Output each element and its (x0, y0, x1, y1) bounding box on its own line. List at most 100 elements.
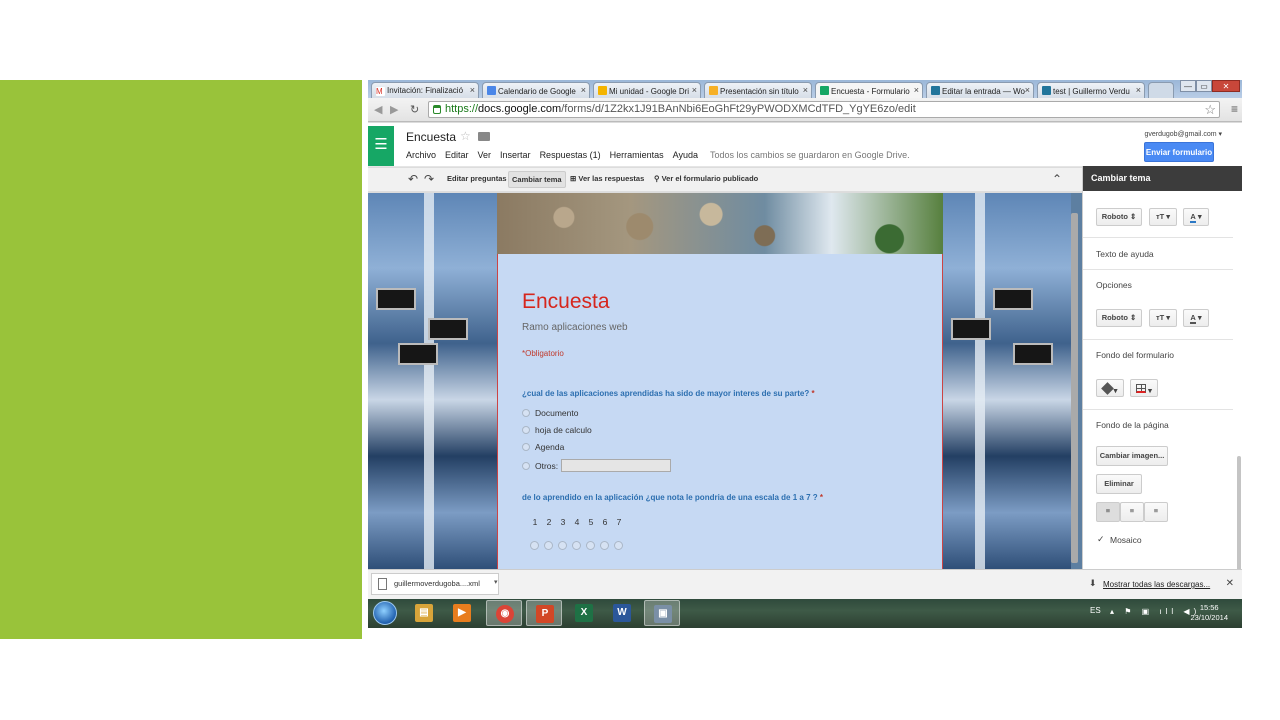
scale-radio-5[interactable] (586, 541, 595, 550)
option-otros[interactable]: Otros: (522, 459, 672, 472)
taskbar-media-player[interactable]: ▶ (444, 600, 480, 626)
taskbar-excel[interactable]: X (566, 600, 602, 626)
document-title[interactable]: Encuesta (406, 130, 456, 144)
menu-archivo[interactable]: Archivo (406, 150, 436, 160)
option-hoja-de-calculo[interactable]: hoja de calculo (522, 425, 592, 435)
close-tab-icon[interactable]: × (692, 85, 697, 95)
download-item[interactable]: guillermoverdugoba....xml (371, 573, 499, 595)
download-menu-chevron-icon[interactable]: ▾ (494, 578, 498, 586)
tab-label: Invitación: Finalizació (387, 86, 464, 95)
menu-ayuda[interactable]: Ayuda (673, 150, 698, 160)
chrome-menu-icon[interactable]: ≡ (1231, 102, 1238, 116)
clock[interactable]: 15:56 23/10/2014 (1190, 603, 1228, 623)
send-form-button[interactable]: Enviar formulario (1144, 142, 1214, 162)
canvas-scrollbar[interactable] (1071, 213, 1078, 563)
align-right-button[interactable]: ≡ (1144, 502, 1168, 522)
view-responses-button[interactable]: ⊞ Ver las respuestas (570, 174, 644, 183)
checkmark-icon[interactable]: ✓ (1097, 534, 1105, 545)
address-bar[interactable]: https://docs.google.com/forms/d/1Z2kx1J9… (428, 101, 1220, 118)
tab-drive[interactable]: Mi unidad - Google Dri × (593, 82, 701, 98)
close-window-button[interactable]: ✕ (1212, 80, 1240, 92)
option-agenda[interactable]: Agenda (522, 442, 564, 452)
taskbar-chrome[interactable]: ◉ (486, 600, 522, 626)
fill-color-button[interactable]: ▾ (1096, 379, 1124, 397)
redo-icon[interactable]: ↷ (424, 172, 434, 186)
menu-herramientas[interactable]: Herramientas (610, 150, 664, 160)
tab-wordpress-edit[interactable]: Editar la entrada — Wo × (926, 82, 1034, 98)
maximize-button[interactable]: ▭ (1196, 80, 1212, 92)
divider (1083, 237, 1233, 238)
menu-ver[interactable]: Ver (478, 150, 492, 160)
view-published-button[interactable]: ⚲ Ver el formulario publicado (654, 174, 758, 183)
collapse-icon[interactable]: ⌃ (1052, 172, 1062, 186)
tray-icons[interactable]: ▴ ⚑ ▣ ıll ◀) (1110, 607, 1200, 616)
reload-icon[interactable]: ↻ (410, 103, 419, 116)
start-button[interactable] (373, 601, 397, 625)
change-image-button[interactable]: Cambiar imagen... (1096, 446, 1168, 466)
paint-bucket-icon (1100, 382, 1114, 395)
options-font-size-button[interactable]: тT ▾ (1149, 309, 1177, 327)
radio-button[interactable] (522, 409, 530, 417)
align-center-button[interactable]: ≡ (1120, 502, 1144, 522)
tile-label[interactable]: Mosaico (1110, 535, 1142, 545)
close-download-bar-icon[interactable]: ✕ (1226, 578, 1234, 589)
close-tab-icon[interactable]: × (581, 85, 586, 95)
forms-logo-icon[interactable]: ☰ (368, 126, 394, 166)
magnifier-icon: ⚲ (654, 174, 662, 183)
tab-wordpress-test[interactable]: test | Guillermo Verdu × (1037, 82, 1145, 98)
tab-forms-active[interactable]: Encuesta - Formulario × (815, 82, 923, 98)
radio-button[interactable] (522, 426, 530, 434)
title-font-color-button[interactable]: A ▾ (1183, 208, 1209, 226)
form-header-image (497, 193, 943, 254)
close-tab-icon[interactable]: × (803, 85, 808, 95)
options-font-color-button[interactable]: A ▾ (1183, 309, 1209, 327)
scale-radio-1[interactable] (530, 541, 539, 550)
taskbar-remote-desktop[interactable]: ▣ (644, 600, 680, 626)
minimize-button[interactable]: — (1180, 80, 1196, 92)
close-tab-icon[interactable]: × (470, 85, 475, 95)
options-font-select[interactable]: Roboto ⇕ (1096, 309, 1142, 327)
scale-radio-4[interactable] (572, 541, 581, 550)
new-tab-button[interactable] (1148, 82, 1174, 98)
folder-icon[interactable] (478, 132, 490, 141)
other-text-input[interactable] (561, 459, 672, 472)
back-icon[interactable]: ◀ (374, 103, 382, 116)
scale-radio-6[interactable] (600, 541, 609, 550)
close-tab-icon[interactable]: × (1136, 85, 1141, 95)
account-email[interactable]: gverdugob@gmail.com ▾ (1144, 130, 1222, 138)
taskbar-word[interactable]: W (604, 600, 640, 626)
edit-questions-button[interactable]: Editar preguntas (447, 174, 507, 183)
scale-radio-2[interactable] (544, 541, 553, 550)
star-icon[interactable]: ☆ (460, 129, 471, 143)
close-tab-icon[interactable]: × (914, 85, 919, 95)
menu-editar[interactable]: Editar (445, 150, 469, 160)
tab-gmail[interactable]: M Invitación: Finalizació × (371, 82, 479, 98)
border-button[interactable]: ▾ (1130, 379, 1158, 397)
background-pillar (424, 193, 434, 569)
option-documento[interactable]: Documento (522, 408, 578, 418)
show-all-downloads-link[interactable]: Mostrar todas las descargas... (1103, 580, 1210, 589)
change-theme-button[interactable]: Cambiar tema (508, 171, 566, 188)
tab-slides[interactable]: Presentación sin título × (704, 82, 812, 98)
language-indicator[interactable]: ES (1090, 606, 1101, 615)
tab-calendar[interactable]: Calendario de Google × (482, 82, 590, 98)
menu-insertar[interactable]: Insertar (500, 150, 531, 160)
close-tab-icon[interactable]: × (1025, 85, 1030, 95)
align-left-icon: ≡ (1105, 506, 1111, 515)
title-font-size-button[interactable]: тT ▾ (1149, 208, 1177, 226)
taskbar-explorer[interactable]: ▤ (406, 600, 442, 626)
radio-button[interactable] (522, 443, 530, 451)
scale-radio-7[interactable] (614, 541, 623, 550)
menu-respuestas[interactable]: Respuestas (1) (540, 150, 601, 160)
taskbar-powerpoint[interactable]: P (526, 600, 562, 626)
align-left-button[interactable]: ≡ (1096, 502, 1120, 522)
bookmark-star-icon[interactable]: ☆ (1204, 102, 1216, 117)
radio-button[interactable] (522, 462, 530, 470)
scale-radio-3[interactable] (558, 541, 567, 550)
undo-icon[interactable]: ↶ (408, 172, 418, 186)
divider (1083, 339, 1233, 340)
title-font-select[interactable]: Roboto ⇕ (1096, 208, 1142, 226)
delete-image-button[interactable]: Eliminar (1096, 474, 1142, 494)
forward-icon[interactable]: ▶ (390, 103, 398, 116)
help-text-label[interactable]: Texto de ayuda (1096, 249, 1154, 259)
